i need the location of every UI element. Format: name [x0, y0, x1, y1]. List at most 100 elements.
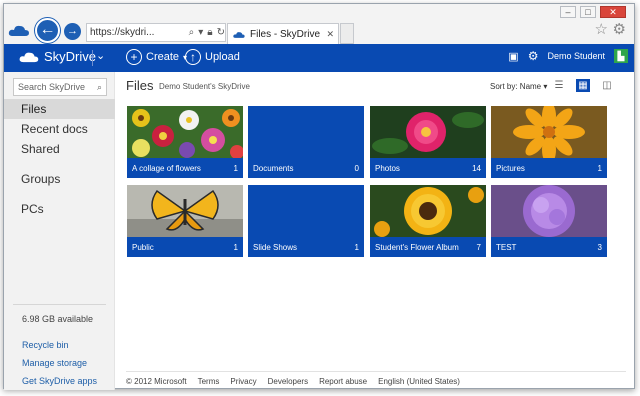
address-url: https://skydri... [90, 27, 155, 38]
search-placeholder: Search SkyDrive [18, 82, 86, 92]
settings-gear-icon[interactable]: ⚙ [528, 49, 539, 63]
thumbnail-view-icon[interactable]: ▦ [576, 79, 590, 92]
tile-count: 1 [597, 164, 602, 173]
footer-link-language[interactable]: English (United States) [378, 377, 460, 386]
minimize-button[interactable]: – [560, 6, 576, 18]
tile-name: TEST [496, 243, 517, 252]
footer: © 2012 Microsoft Terms Privacy Developer… [126, 371, 626, 386]
cloud-logo-icon [19, 52, 39, 63]
butterfly-thumbnail [127, 185, 243, 237]
folder-tile[interactable]: Documents 0 [248, 106, 364, 178]
tile-name: Photos [375, 164, 400, 173]
skydrive-tab-icon [233, 31, 245, 38]
search-input[interactable]: Search SkyDrive ⌕ [13, 78, 107, 96]
back-button[interactable]: ← [35, 18, 60, 43]
footer-link-report-abuse[interactable]: Report abuse [319, 377, 367, 386]
new-tab-button[interactable] [340, 23, 354, 44]
upload-arrow-icon: ↑ [185, 49, 201, 65]
tile-name: A collage of flowers [132, 164, 201, 173]
tile-count: 1 [233, 243, 238, 252]
folder-tile[interactable]: TEST 3 [491, 185, 607, 257]
dropdown-icon[interactable]: ▾ [198, 27, 203, 38]
list-view-icon[interactable]: ☰ [552, 79, 566, 92]
messenger-icon[interactable]: ▣ [508, 50, 518, 63]
purple-flower-thumbnail [491, 185, 607, 237]
pink-flower-thumbnail [370, 106, 486, 158]
refresh-icon[interactable]: ↻ [217, 27, 225, 38]
breadcrumb[interactable]: Demo Student's SkyDrive [159, 82, 250, 91]
page-title: Files [126, 78, 154, 93]
get-apps-link[interactable]: Get SkyDrive apps [4, 372, 115, 390]
chevron-down-icon[interactable]: ⌄ [96, 49, 105, 62]
tile-count: 0 [354, 164, 359, 173]
brand[interactable]: SkyDrive [18, 49, 96, 64]
folder-tile[interactable]: Student's Flower Album 7 [370, 185, 486, 257]
footer-link-developers[interactable]: Developers [268, 377, 308, 386]
window-controls: – □ ✕ [560, 6, 626, 18]
copyright: © 2012 Microsoft [126, 377, 187, 386]
flowers-collage-thumbnail [127, 106, 243, 158]
tile-name: Public [132, 243, 154, 252]
manage-storage-link[interactable]: Manage storage [4, 354, 115, 372]
create-label: Create [146, 51, 180, 63]
tab-title: Files - SkyDrive [250, 28, 321, 40]
skydrive-cloud-icon [8, 25, 29, 36]
sidebar-nav: Files Recent docs Shared Groups PCs [4, 99, 115, 219]
skydrive-header: SkyDrive ⌄ + Create ▾ ↑ Upload ▣ ⚙ Demo … [4, 44, 634, 72]
plus-icon: + [126, 49, 142, 65]
sidebar-bottom: 6.98 GB available Recycle bin Manage sto… [4, 304, 115, 390]
browser-chrome: – □ ✕ ← → https://skydri... ⌕ ▾ 🔒︎ ↻ Fil… [4, 4, 634, 44]
search-icon[interactable]: ⌕ [97, 82, 102, 93]
tile-count: 1 [354, 243, 359, 252]
sidebar: Search SkyDrive ⌕ Files Recent docs Shar… [4, 72, 115, 390]
header-right: ▣ ⚙ Demo Student ▙ [508, 49, 628, 63]
brand-name: SkyDrive [44, 49, 97, 64]
orange-flower-thumbnail [491, 106, 607, 158]
tab-files-skydrive[interactable]: Files - SkyDrive ✕ [227, 23, 339, 44]
tools-gear-icon[interactable]: ⚙ [613, 20, 626, 38]
forward-button[interactable]: → [64, 23, 81, 40]
sidebar-item-pcs[interactable]: PCs [4, 199, 115, 219]
yellow-flower-thumbnail [370, 185, 486, 237]
recycle-bin-link[interactable]: Recycle bin [4, 336, 115, 354]
tile-count: 7 [476, 243, 481, 252]
divider [13, 304, 106, 305]
tile-name: Documents [253, 164, 294, 173]
browser-window: – □ ✕ ← → https://skydri... ⌕ ▾ 🔒︎ ↻ Fil… [3, 3, 635, 390]
sidebar-item-files[interactable]: Files [4, 99, 115, 119]
maximize-button[interactable]: □ [580, 6, 596, 18]
upload-label: Upload [205, 51, 240, 63]
storage-available: 6.98 GB available [22, 314, 94, 324]
folder-tile[interactable]: A collage of flowers 1 [127, 106, 243, 178]
details-pane-icon[interactable]: ◫ [600, 79, 614, 92]
sort-label: Sort by: Name [490, 82, 542, 91]
user-name[interactable]: Demo Student [547, 51, 605, 61]
divider [92, 50, 93, 66]
tile-name: Student's Flower Album [375, 243, 459, 252]
sidebar-item-shared[interactable]: Shared [4, 139, 115, 159]
sidebar-item-recent-docs[interactable]: Recent docs [4, 119, 115, 139]
upload-button[interactable]: ↑ Upload [185, 49, 240, 65]
sort-dropdown[interactable]: Sort by: Name ▾ [490, 82, 547, 91]
footer-link-terms[interactable]: Terms [198, 377, 220, 386]
folder-tile[interactable]: Pictures 1 [491, 106, 607, 178]
create-button[interactable]: + Create ▾ [126, 49, 187, 65]
folder-tile[interactable]: Public 1 [127, 185, 243, 257]
main-content: Files Demo Student's SkyDrive Sort by: N… [116, 72, 634, 390]
close-tab-icon[interactable]: ✕ [326, 29, 334, 40]
folder-tile[interactable]: Slide Shows 1 [248, 185, 364, 257]
folder-tile[interactable]: Photos 14 [370, 106, 486, 178]
sidebar-item-groups[interactable]: Groups [4, 169, 115, 189]
address-bar[interactable]: https://skydri... ⌕ ▾ 🔒︎ ↻ [86, 23, 226, 42]
favorites-star-icon[interactable]: ☆ [595, 20, 608, 38]
avatar[interactable]: ▙ [614, 49, 628, 63]
lock-icon: 🔒︎ [207, 27, 213, 38]
close-window-button[interactable]: ✕ [600, 6, 626, 18]
search-icon[interactable]: ⌕ [189, 27, 195, 38]
tile-name: Slide Shows [253, 243, 298, 252]
tile-count: 14 [472, 164, 481, 173]
footer-link-privacy[interactable]: Privacy [230, 377, 256, 386]
